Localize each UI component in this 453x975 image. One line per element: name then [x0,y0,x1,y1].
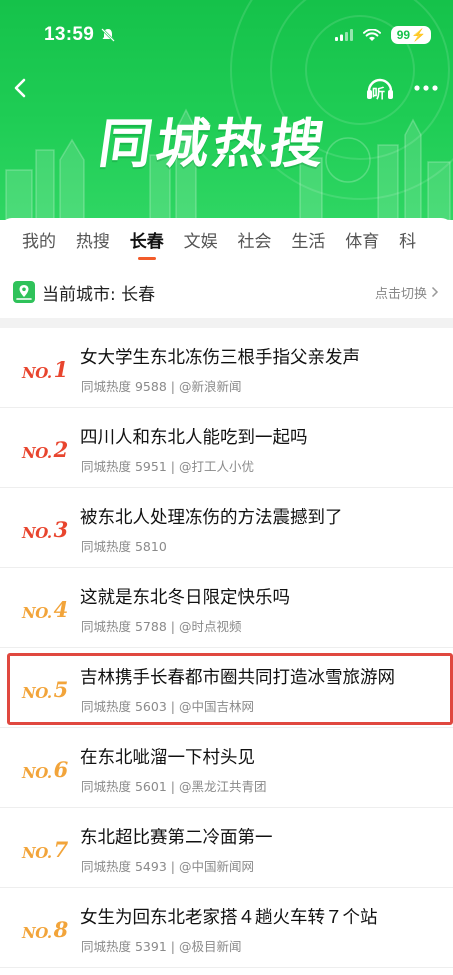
item-meta: 同城热度 5391 | @极目新闻 [81,939,242,954]
item-meta: 同城热度 5603 | @中国吉林网 [81,699,254,714]
item-title: 女大学生东北冻伤三根手指父亲发声 [80,348,360,368]
list-item[interactable]: NO. 8 女生为回东北老家搭４趟火车转７个站 同城热度 5391 | @极目新闻 [0,888,453,968]
status-bar: 13:59 99 ⚡ [0,0,453,58]
list-item[interactable]: NO. 4 这就是东北冬日限定快乐吗 同城热度 5788 | @时点视频 [0,568,453,648]
status-icons: 99 ⚡ [334,26,431,44]
wifi-icon [362,28,381,41]
hot-search-list: NO. 1 女大学生东北冻伤三根手指父亲发声 同城热度 9588 | @新浪新闻 … [0,328,453,968]
rank-prefix: NO. [22,364,52,382]
cellular-signal-icon [334,29,353,41]
tab-mine[interactable]: 我的 [22,218,76,268]
item-meta: 同城热度 9588 | @新浪新闻 [81,379,242,394]
rank-badge: NO. 2 [22,432,69,462]
rank-prefix: NO. [22,844,52,862]
rank-prefix: NO. [22,524,52,542]
listen-label: 听 [372,87,386,102]
list-item[interactable]: NO. 2 四川人和东北人能吃到一起吗 同城热度 5951 | @打工人小优 [0,408,453,488]
list-item[interactable]: NO. 7 东北超比赛第二冷面第一 同城热度 5493 | @中国新闻网 [0,808,453,888]
list-item[interactable]: NO. 3 被东北人处理冻伤的方法震撼到了 同城热度 5810 [0,488,453,568]
rank-number: 7 [53,837,69,862]
page-title: 同城热搜 [95,114,332,175]
current-city-label: 当前城市: 长春 [42,284,156,305]
rank-badge: NO. 4 [22,592,69,622]
rank-number: 2 [53,437,69,462]
item-meta: 同城热度 5810 [81,539,167,554]
rank-prefix: NO. [22,604,52,622]
rank-prefix: NO. [22,444,52,462]
switch-city-label: 点击切换 [374,286,427,302]
tab-sports[interactable]: 体育 [345,218,399,268]
section-divider [0,318,453,328]
location-pin-icon [13,281,35,303]
rank-badge: NO. 7 [22,832,69,862]
item-title: 四川人和东北人能吃到一起吗 [80,428,308,448]
item-title: 在东北呲溜一下村头见 [80,748,255,768]
charging-bolt-icon: ⚡ [411,28,426,42]
rank-number: 6 [53,757,69,782]
nav-actions: 听 [365,75,439,102]
more-options-icon[interactable] [413,84,439,92]
rank-badge: NO. 6 [22,752,69,782]
back-arrow-icon[interactable] [10,77,32,99]
item-title: 吉林携手长春都市圈共同打造冰雪旅游网 [80,668,395,688]
rank-number: 3 [53,517,69,542]
category-tabs: 我的 热搜 长春 文娱 社会 生活 体育 科 [0,218,453,268]
battery-level: 99 [396,28,411,42]
rank-number: 4 [53,597,69,622]
switch-city-button[interactable]: 点击切换 [375,283,439,302]
item-title: 被东北人处理冻伤的方法震撼到了 [80,508,343,528]
item-title: 东北超比赛第二冷面第一 [80,828,273,848]
rank-badge: NO. 3 [22,512,69,542]
tab-society[interactable]: 社会 [238,218,292,268]
rank-prefix: NO. [22,764,52,782]
rank-number: 8 [53,917,69,942]
hero-header: 13:59 99 ⚡ 听 同城热搜 [0,0,453,220]
item-title: 这就是东北冬日限定快乐吗 [80,588,290,608]
item-meta: 同城热度 5493 | @中国新闻网 [81,859,254,874]
current-city: 当前城市: 长春 [12,280,155,305]
status-time: 13:59 [44,24,116,46]
status-time-text: 13:59 [44,24,95,45]
listen-button[interactable]: 听 [365,75,395,102]
chevron-right-icon [431,286,439,298]
current-city-row: 当前城市: 长春 点击切换 [0,270,453,314]
tab-entertainment[interactable]: 文娱 [184,218,238,268]
rank-prefix: NO. [22,684,52,702]
rank-number: 5 [53,677,69,702]
rank-badge: NO. 1 [22,352,69,382]
rank-badge: NO. 8 [22,912,69,942]
list-item[interactable]: NO. 1 女大学生东北冻伤三根手指父亲发声 同城热度 9588 | @新浪新闻 [0,328,453,408]
rank-badge: NO. 5 [22,672,69,702]
item-meta: 同城热度 5788 | @时点视频 [81,619,242,634]
tab-science[interactable]: 科 [399,218,453,268]
tab-changchun[interactable]: 长春 [130,218,184,268]
item-meta: 同城热度 5951 | @打工人小优 [81,459,254,474]
list-item[interactable]: NO. 6 在东北呲溜一下村头见 同城热度 5601 | @黑龙江共青团 [0,728,453,808]
item-meta: 同城热度 5601 | @黑龙江共青团 [81,779,267,794]
battery-indicator: 99 ⚡ [390,26,431,44]
tab-life[interactable]: 生活 [291,218,345,268]
rank-prefix: NO. [22,924,52,942]
rank-number: 1 [53,357,69,382]
list-item[interactable]: NO. 5 吉林携手长春都市圈共同打造冰雪旅游网 同城热度 5603 | @中国吉… [0,648,453,728]
mute-bell-icon [101,28,115,42]
tab-hot[interactable]: 热搜 [76,218,130,268]
item-title: 女生为回东北老家搭４趟火车转７个站 [80,908,378,928]
